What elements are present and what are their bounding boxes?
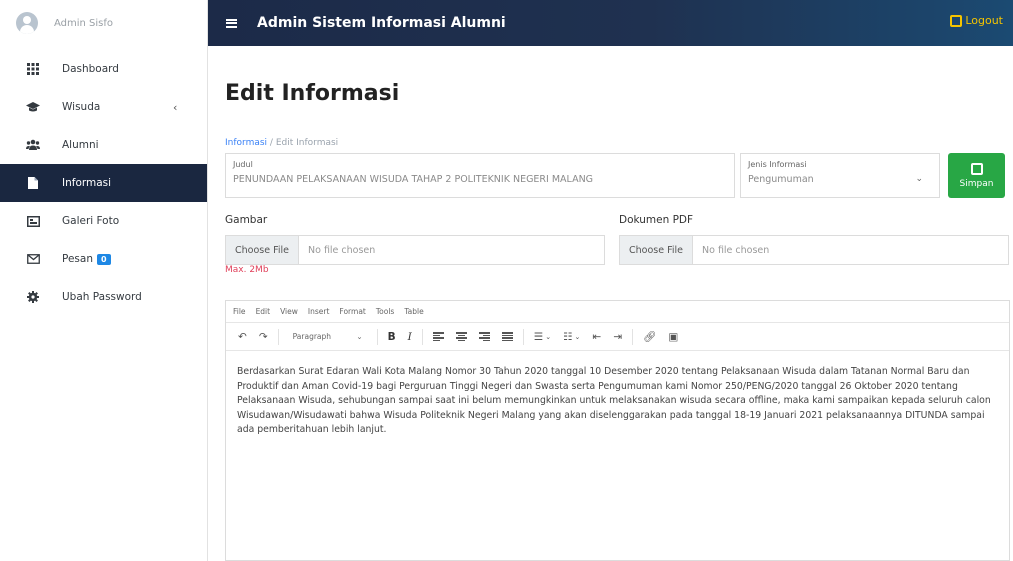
dokumen-file-name: No file chosen: [702, 244, 770, 256]
align-right-icon[interactable]: [478, 332, 490, 341]
align-justify-icon[interactable]: [501, 332, 513, 341]
sidebar-item-pesan[interactable]: Pesan 0: [0, 240, 207, 278]
sidebar-item-label: Alumni: [62, 139, 99, 151]
block-format-value: Paragraph: [292, 332, 332, 341]
toolbar-divider: [277, 328, 279, 345]
sidebar-item-ubah-password[interactable]: Ubah Password: [0, 278, 207, 316]
block-format-select[interactable]: Paragraph ⌄: [287, 327, 369, 347]
sidebar-user[interactable]: Admin Sisfo: [0, 0, 207, 46]
sidebar-item-galeri-foto[interactable]: Galeri Foto: [0, 202, 207, 240]
users-icon: [26, 138, 40, 152]
jenis-informasi-label: Jenis Informasi: [748, 160, 807, 169]
toolbar-divider: [376, 328, 378, 345]
logout-button[interactable]: Logout: [950, 14, 1003, 27]
user-name: Admin Sisfo: [54, 17, 114, 29]
breadcrumb-separator: /: [269, 138, 273, 148]
bullet-list-icon[interactable]: ☰ ⌄: [534, 331, 551, 343]
app-title: Admin Sistem Informasi Alumni: [257, 15, 506, 31]
envelope-icon: [26, 252, 40, 266]
breadcrumb-current: Edit Informasi: [275, 138, 339, 148]
menu-table[interactable]: Table: [404, 307, 423, 316]
menu-tools[interactable]: Tools: [376, 307, 394, 316]
logout-label: Logout: [965, 14, 1003, 27]
dokumen-pdf-label: Dokumen PDF: [619, 214, 694, 226]
undo-icon[interactable]: ↶: [238, 331, 247, 343]
menu-file[interactable]: File: [233, 307, 246, 316]
judul-input[interactable]: PENUNDAAN PELAKSANAAN WISUDA TAHAP 2 POL…: [233, 174, 593, 185]
gambar-file-name: No file chosen: [308, 244, 376, 256]
judul-field[interactable]: Judul PENUNDAAN PELAKSANAAN WISUDA TAHAP…: [225, 153, 735, 198]
dokumen-pdf-file-input[interactable]: Choose File No file chosen: [619, 235, 1009, 265]
menu-insert[interactable]: Insert: [308, 307, 330, 316]
italic-icon[interactable]: I: [408, 331, 412, 343]
bold-icon[interactable]: B: [388, 331, 396, 343]
toolbar-divider: [522, 328, 524, 345]
judul-label: Judul: [233, 160, 253, 169]
gambar-label: Gambar: [225, 214, 268, 226]
page-title: Edit Informasi: [225, 81, 400, 106]
indent-icon[interactable]: ⇥: [613, 331, 622, 343]
chevron-left-icon[interactable]: ‹: [173, 101, 177, 114]
toolbar-divider: [421, 328, 423, 345]
save-button[interactable]: Simpan: [948, 153, 1005, 198]
editor-content[interactable]: Berdasarkan Surat Edaran Wali Kota Malan…: [226, 351, 1009, 452]
numbered-list-icon[interactable]: ☷ ⌄: [563, 331, 580, 343]
breadcrumb-link-informasi[interactable]: Informasi: [225, 138, 267, 148]
menu-toggle-icon[interactable]: [226, 18, 237, 28]
sidebar-item-alumni[interactable]: Alumni: [0, 126, 207, 164]
sidebar: Admin Sisfo Dashboard Wisuda ‹ Alumni In…: [0, 0, 208, 561]
sidebar-item-wisuda[interactable]: Wisuda ‹: [0, 88, 207, 126]
gear-icon: [26, 290, 40, 304]
sidebar-item-label: Dashboard: [62, 63, 119, 75]
message-count-badge: 0: [96, 254, 111, 265]
chevron-down-icon: ⌄: [915, 174, 923, 184]
max-size-note: Max. 2Mb: [225, 265, 269, 275]
align-center-icon[interactable]: [455, 332, 467, 341]
file-icon: [26, 176, 40, 190]
save-icon: [970, 162, 983, 175]
editor-toolbar: ↶ ↷ Paragraph ⌄ B I ☰ ⌄ ☷ ⌄ ⇤ ⇥ 🔗︎ ▣: [226, 323, 1009, 351]
grid-icon: [26, 62, 40, 76]
editor-menubar: File Edit View Insert Format Tools Table: [226, 301, 1009, 323]
link-icon[interactable]: 🔗︎: [643, 330, 656, 343]
image-icon: [26, 214, 40, 228]
top-navbar: Admin Sistem Informasi Alumni Logout: [208, 0, 1013, 46]
sidebar-item-label: Ubah Password: [62, 291, 142, 303]
menu-view[interactable]: View: [280, 307, 298, 316]
sidebar-item-label: Galeri Foto: [62, 215, 120, 227]
jenis-informasi-select[interactable]: Jenis Informasi Pengumuman ⌄: [740, 153, 940, 198]
gambar-choose-file-button[interactable]: Choose File: [226, 236, 299, 264]
redo-icon[interactable]: ↷: [259, 331, 268, 343]
toolbar-divider: [632, 328, 634, 345]
main-content: Edit Informasi Informasi / Edit Informas…: [208, 46, 1013, 561]
logout-icon: [950, 14, 963, 27]
sidebar-item-informasi[interactable]: Informasi: [0, 164, 207, 202]
gambar-file-input[interactable]: Choose File No file chosen: [225, 235, 605, 265]
avatar: [16, 12, 38, 34]
sidebar-item-label: Informasi: [62, 177, 112, 189]
graduation-cap-icon: [26, 100, 40, 114]
dokumen-choose-file-button[interactable]: Choose File: [620, 236, 693, 264]
jenis-informasi-value: Pengumuman: [748, 174, 814, 185]
rich-text-editor[interactable]: File Edit View Insert Format Tools Table…: [225, 300, 1010, 561]
image-insert-icon[interactable]: ▣: [668, 331, 678, 343]
menu-edit[interactable]: Edit: [256, 307, 271, 316]
sidebar-item-label: Pesan 0: [62, 253, 111, 265]
menu-format[interactable]: Format: [339, 307, 365, 316]
save-label: Simpan: [959, 178, 994, 189]
sidebar-item-label: Wisuda: [62, 101, 101, 113]
chevron-down-icon: ⌄: [356, 332, 363, 341]
outdent-icon[interactable]: ⇤: [592, 331, 601, 343]
sidebar-item-dashboard[interactable]: Dashboard: [0, 50, 207, 88]
breadcrumb: Informasi / Edit Informasi: [225, 138, 338, 148]
align-left-icon[interactable]: [432, 332, 444, 341]
